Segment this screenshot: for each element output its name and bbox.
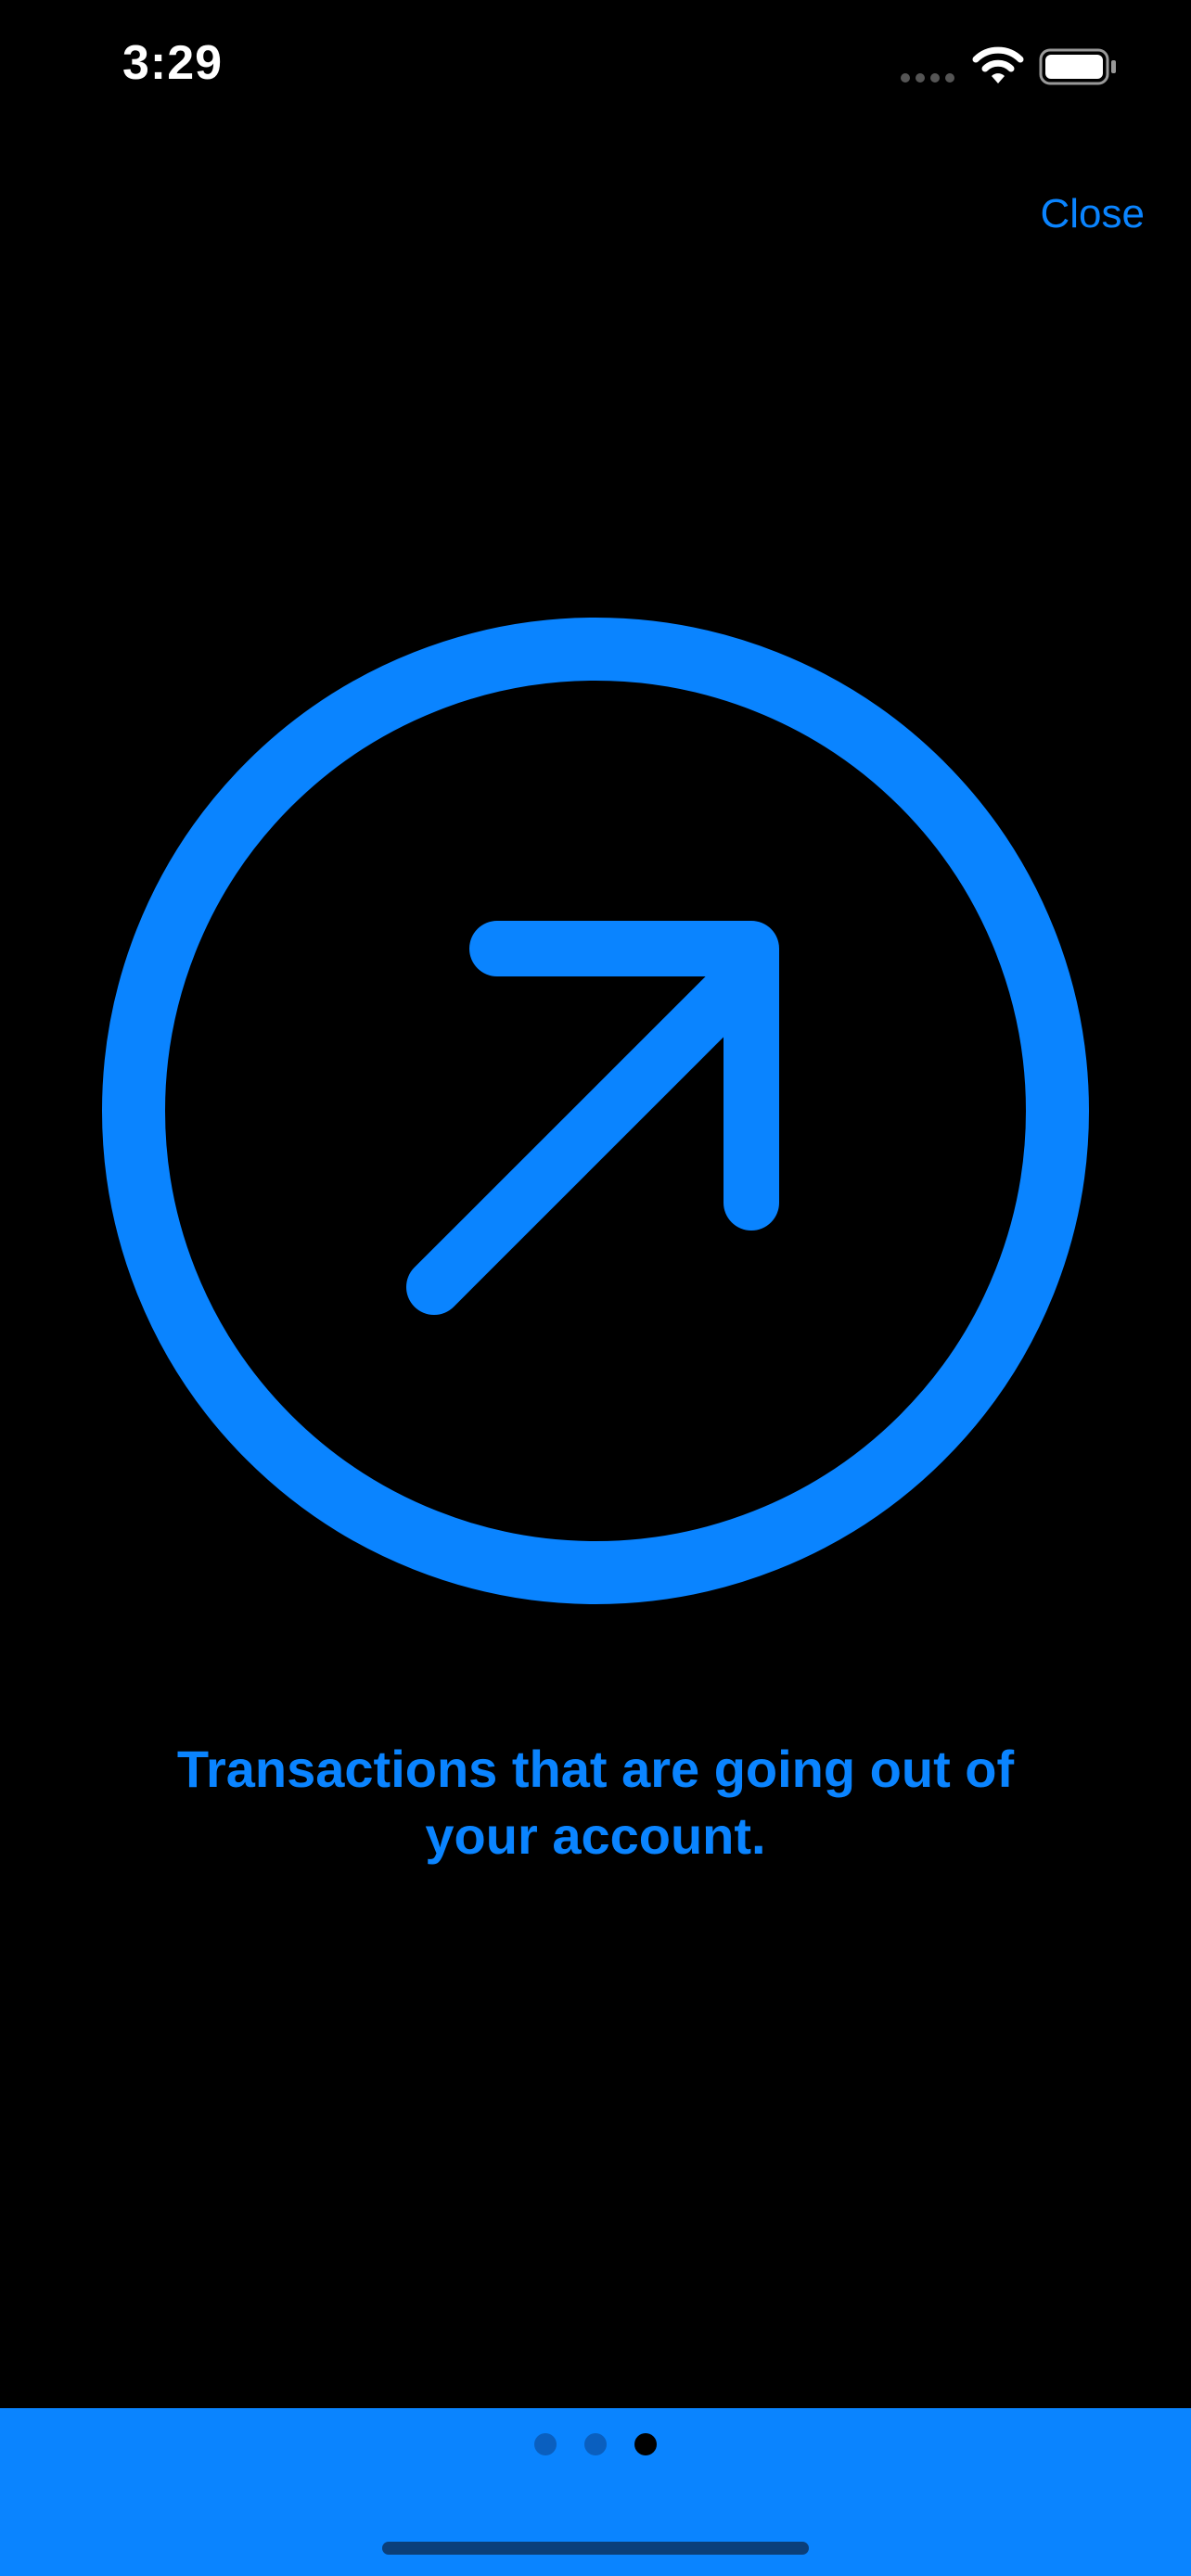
cellular-signal-icon xyxy=(901,73,954,83)
close-button[interactable]: Close xyxy=(1041,191,1146,237)
page-dot-3[interactable] xyxy=(634,2433,657,2455)
wifi-icon xyxy=(972,46,1024,83)
arrow-up-right-circle-icon xyxy=(102,618,1089,1604)
page-indicator[interactable] xyxy=(0,2433,1191,2455)
onboarding-description: Transactions that are going out of your … xyxy=(176,1740,1015,1865)
home-indicator[interactable] xyxy=(382,2542,809,2555)
battery-icon xyxy=(1039,48,1116,85)
status-time: 3:29 xyxy=(122,36,224,90)
page-dot-2[interactable] xyxy=(584,2433,607,2455)
status-bar: 3:29 xyxy=(0,0,1191,139)
page-dot-1[interactable] xyxy=(534,2433,557,2455)
